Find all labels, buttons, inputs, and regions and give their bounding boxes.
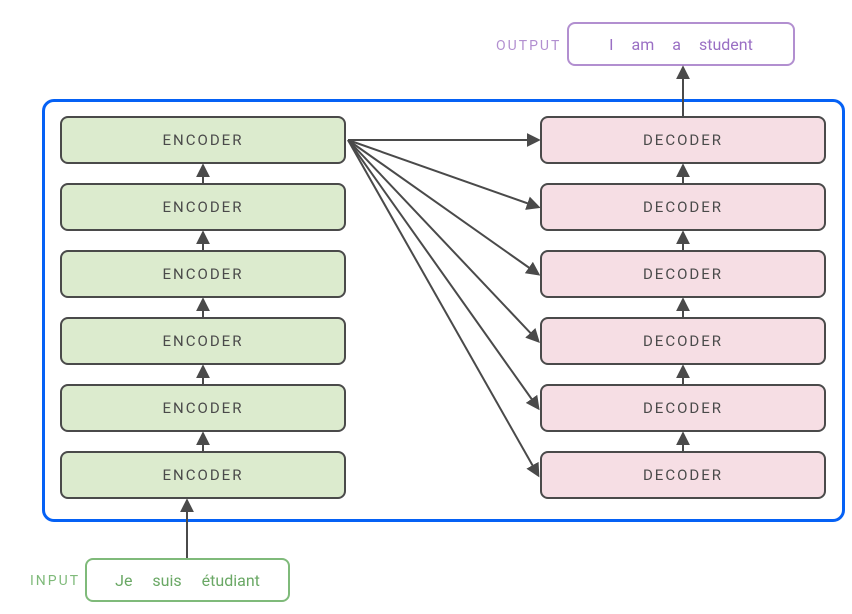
output-token: am	[632, 35, 655, 54]
decoder-block: DECODER	[540, 250, 826, 298]
output-token: I	[609, 35, 613, 54]
decoder-block: DECODER	[540, 451, 826, 499]
encoder-block: ENCODER	[60, 250, 346, 298]
decoder-block: DECODER	[540, 384, 826, 432]
decoder-block: DECODER	[540, 116, 826, 164]
decoder-block: DECODER	[540, 183, 826, 231]
encoder-block: ENCODER	[60, 317, 346, 365]
encoder-block: ENCODER	[60, 451, 346, 499]
input-box: Je suis étudiant	[85, 558, 290, 602]
output-label: OUTPUT	[496, 38, 561, 54]
output-box: I am a student	[567, 22, 795, 66]
encoder-block: ENCODER	[60, 384, 346, 432]
input-token: étudiant	[202, 571, 260, 590]
decoder-block: DECODER	[540, 317, 826, 365]
output-token: student	[699, 35, 753, 54]
input-token: Je	[115, 571, 132, 590]
encoder-block: ENCODER	[60, 116, 346, 164]
input-label: INPUT	[30, 573, 80, 589]
input-token: suis	[152, 571, 181, 590]
output-token: a	[672, 35, 681, 54]
encoder-block: ENCODER	[60, 183, 346, 231]
diagram-canvas: OUTPUT I am a student ENCODER ENCODER EN…	[0, 0, 852, 614]
